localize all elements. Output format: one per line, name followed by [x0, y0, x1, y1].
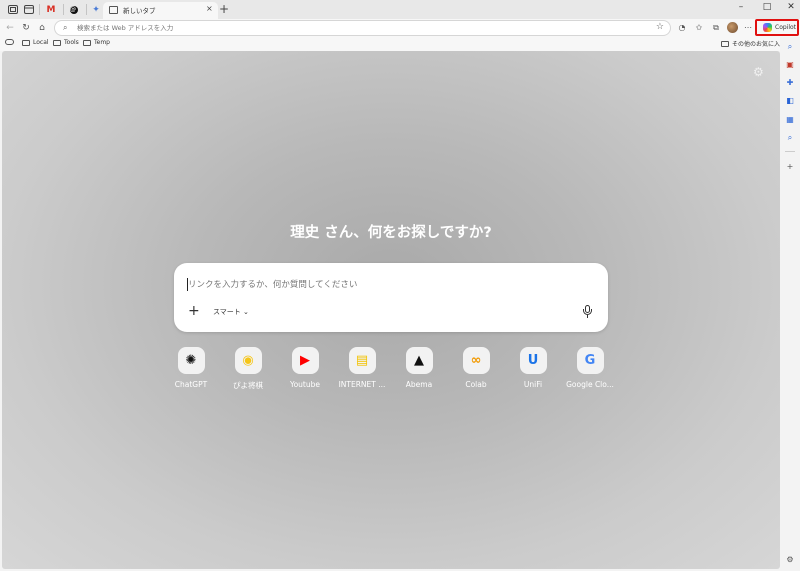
threads-icon: @ [70, 5, 78, 14]
tools-icon[interactable]: ✚ [785, 78, 795, 88]
tab-divider [63, 4, 64, 15]
tab-strip: M @ ✦ 新しいタブ × + – □ ✕ [0, 0, 800, 19]
gmail-icon: M [46, 4, 56, 15]
quick-link-tile[interactable]: ◉ ぴよ将棋 [220, 347, 276, 391]
close-window-button[interactable]: ✕ [784, 2, 798, 12]
search-icon: ⌕ [63, 23, 68, 32]
toolbar: ← ↻ ⌂ ⌕ ☆ ◔ ✩ ⧉ ⋯ [0, 19, 800, 37]
google-icon: G [576, 347, 604, 374]
back-button[interactable]: ← [4, 22, 16, 34]
quick-link-label: UniFi [523, 380, 543, 389]
abema-icon: ▲ [405, 347, 433, 374]
folder-icon [53, 39, 61, 46]
greeting-heading: 理史 さん、何をお探しですか? [290, 225, 492, 241]
tab-threads[interactable]: @ [67, 3, 81, 16]
quick-link-label: ChatGPT [174, 380, 208, 389]
mode-selector[interactable]: スマート ⌄ [208, 304, 254, 320]
favorite-star-icon[interactable]: ☆ [656, 22, 664, 32]
other-favorites[interactable]: その他のお気に入り [721, 39, 786, 48]
favorite-folder-temp[interactable]: Temp [83, 39, 110, 46]
favorite-label: Tools [64, 39, 79, 46]
favorites-icon[interactable]: ✩ [693, 22, 705, 34]
other-favorites-label: その他のお気に入り [732, 41, 787, 48]
quick-link-label: INTERNET ... [338, 380, 386, 389]
collections-icon[interactable]: ⧉ [710, 22, 722, 34]
sparkle-icon: ✦ [92, 4, 100, 15]
address-bar[interactable]: ⌕ ☆ [54, 20, 671, 36]
quick-link-label: Abema [405, 380, 433, 389]
internet-icon: ▤ [348, 347, 376, 374]
copilot-label: Copilot [775, 24, 797, 31]
cloud-icon [5, 39, 14, 45]
search-icon[interactable]: ⌕ [785, 42, 795, 52]
search-box[interactable]: + スマート ⌄ [174, 263, 608, 332]
sidebar-divider [785, 151, 795, 152]
edge-sidebar: ⌕ ▣ ✚ ◧ ▦ ⌕ + ⚙ [780, 37, 800, 571]
tab-divider [39, 4, 40, 15]
quick-link-tile[interactable]: U UniFi [505, 347, 561, 389]
quick-link-tile[interactable]: ▲ Abema [391, 347, 447, 389]
favorite-folder-tools[interactable]: Tools [53, 39, 79, 46]
folder-icon [22, 39, 30, 46]
copilot-icon [763, 23, 772, 32]
quick-link-tile[interactable]: ▤ INTERNET ... [334, 347, 390, 389]
more-menu-icon[interactable]: ⋯ [742, 22, 754, 34]
unifi-icon: U [519, 347, 547, 374]
tab-gemini[interactable]: ✦ [89, 3, 103, 16]
shopping-icon[interactable]: ▣ [785, 60, 795, 70]
reload-button[interactable]: ↻ [20, 22, 32, 34]
tab-new-tab[interactable]: 新しいタブ × [103, 2, 218, 19]
favorite-label: Local [33, 39, 49, 46]
workspaces-icon[interactable] [6, 3, 20, 16]
folder-icon [83, 39, 91, 46]
copilot-button[interactable]: Copilot [755, 19, 799, 36]
screenshot-icon[interactable]: ▦ [785, 115, 795, 125]
quick-link-tile[interactable]: ✺ ChatGPT [163, 347, 219, 389]
address-input[interactable] [77, 22, 637, 34]
quick-link-label: Google Clo... [566, 380, 614, 389]
tab-actions-icon[interactable] [22, 3, 36, 16]
add-sidebar-app-icon[interactable]: + [785, 162, 795, 172]
new-tab-page: ⚙ 理史 さん、何をお探しですか? + スマート ⌄ ✺ ChatGPT ◉ ぴ… [2, 51, 780, 569]
favorites-bar: Local Tools Temp その他のお気に入り [0, 37, 800, 51]
close-tab-icon[interactable]: × [206, 4, 213, 13]
colab-icon: ∞ [462, 347, 490, 374]
youtube-icon: ▶ [291, 347, 319, 374]
quick-link-label: ぴよ将棋 [233, 381, 263, 390]
piyo-shogi-icon: ◉ [234, 347, 262, 374]
page-settings-gear-icon[interactable]: ⚙ [753, 65, 764, 79]
microphone-icon[interactable] [583, 305, 592, 318]
outlook-icon[interactable]: ◧ [785, 96, 795, 106]
new-tab-icon [109, 6, 118, 14]
tab-divider [86, 4, 87, 15]
tab-title: 新しいタブ [123, 7, 156, 15]
maximize-button[interactable]: □ [760, 2, 774, 12]
favorite-label: Temp [94, 39, 110, 46]
quick-link-tile[interactable]: G Google Clo... [562, 347, 618, 389]
quick-link-tile[interactable]: ▶ Youtube [277, 347, 333, 389]
sidebar-settings-gear-icon[interactable]: ⚙ [785, 555, 795, 565]
folder-icon [721, 40, 729, 47]
home-button[interactable]: ⌂ [36, 22, 48, 34]
quick-link-label: Youtube [290, 380, 320, 389]
quick-link-label: Colab [465, 380, 487, 389]
favorite-folder-local[interactable]: Local [22, 39, 49, 46]
minimize-button[interactable]: – [734, 2, 748, 12]
chatgpt-icon: ✺ [177, 347, 205, 374]
new-tab-button[interactable]: + [219, 2, 229, 16]
profile-avatar[interactable] [727, 22, 738, 33]
tab-gmail[interactable]: M [44, 3, 58, 16]
favorites-bar-toggle[interactable] [5, 39, 14, 45]
add-attachment-icon[interactable]: + [188, 303, 200, 319]
quick-link-tile[interactable]: ∞ Colab [448, 347, 504, 389]
browser-essentials-icon[interactable]: ◔ [676, 22, 688, 34]
search-input[interactable] [188, 277, 568, 293]
bing-search-icon[interactable]: ⌕ [785, 133, 795, 143]
